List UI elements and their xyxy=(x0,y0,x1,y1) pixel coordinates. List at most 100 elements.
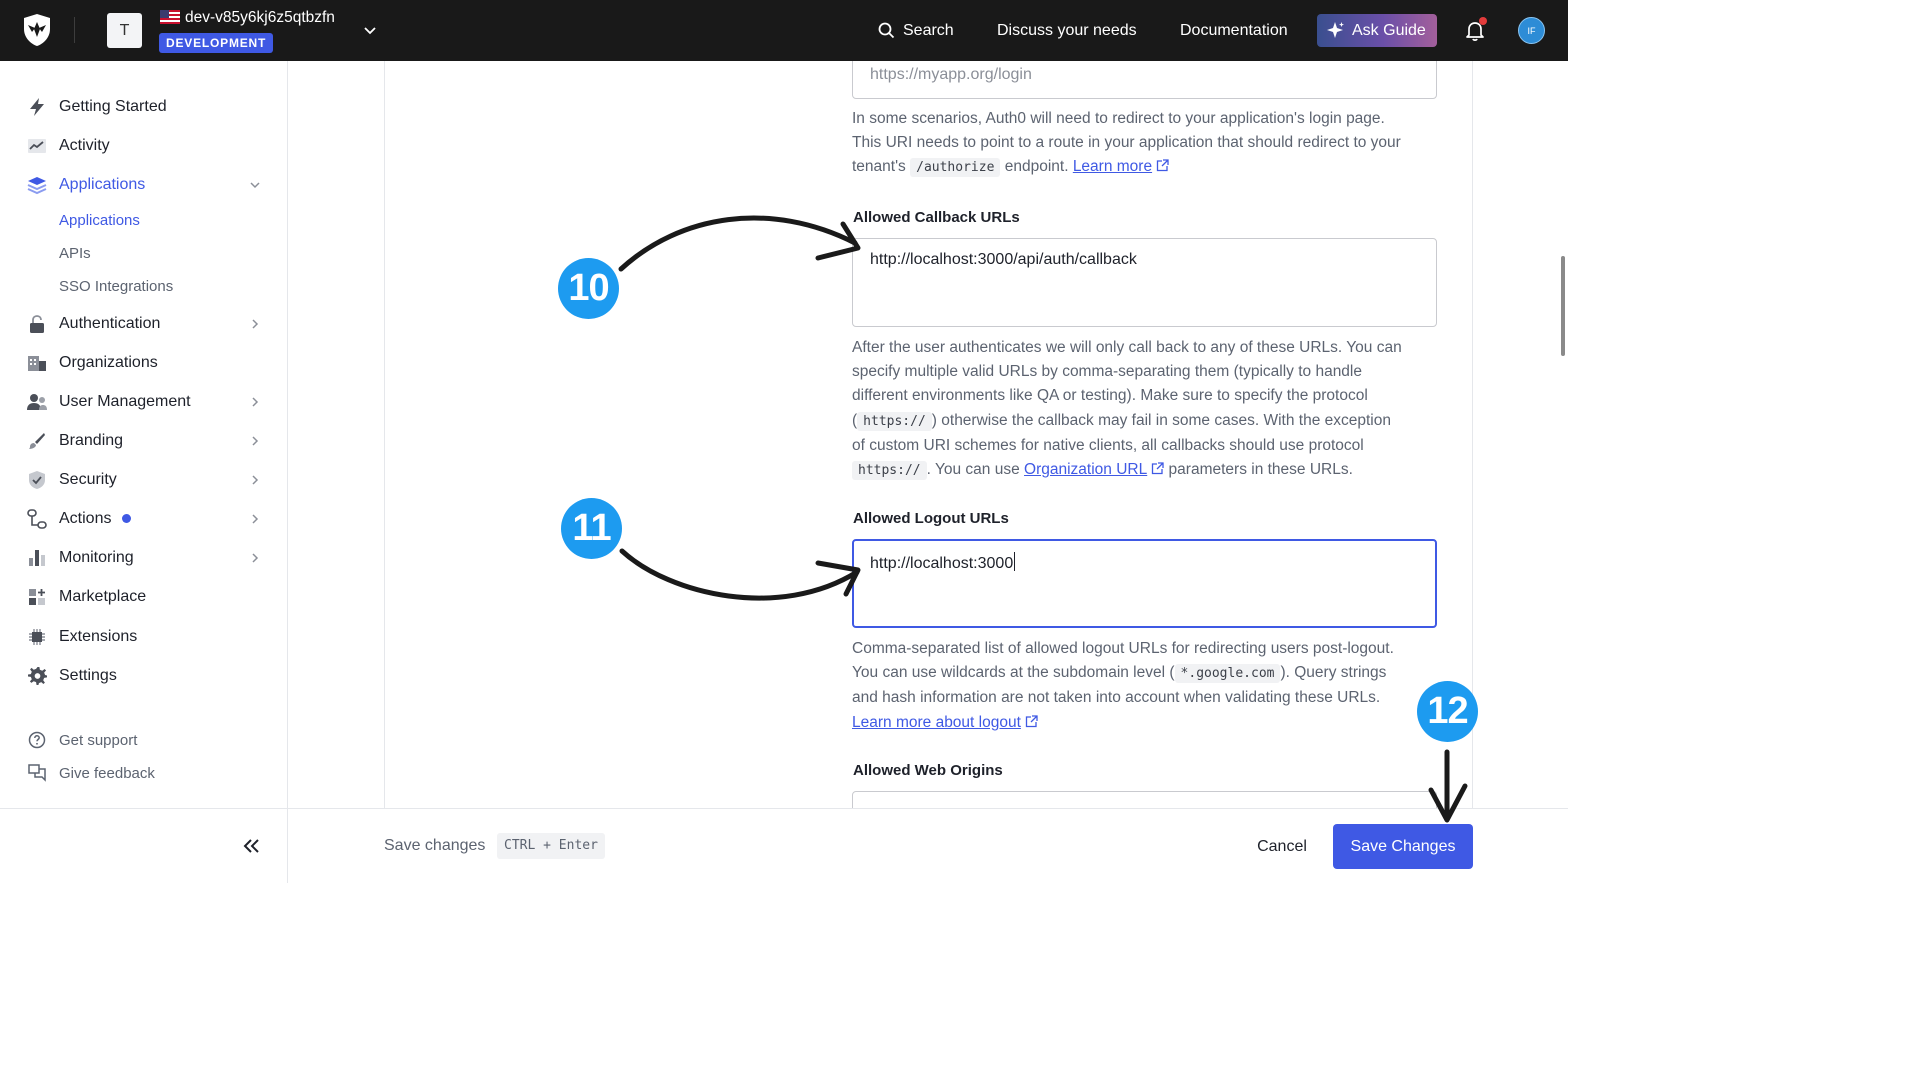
sidebar-item-authentication[interactable]: Authentication xyxy=(0,304,287,343)
sidebar-item-label: Applications xyxy=(59,175,146,193)
learn-more-label: Learn more xyxy=(1072,158,1153,176)
application-login-uri-input[interactable]: https://myapp.org/login xyxy=(852,61,1437,99)
sidebar-item-label: Settings xyxy=(59,666,117,684)
help-line: Learn more about logout xyxy=(852,711,1462,735)
inline-code: /authorize xyxy=(910,158,1001,178)
content-divider-left xyxy=(384,61,385,808)
main-scrollbar-thumb[interactable] xyxy=(1561,256,1565,356)
sidebar-item-label: Organizations xyxy=(59,353,158,371)
keyboard-shortcut: CTRL + Enter xyxy=(497,833,605,859)
shield-icon xyxy=(27,470,47,490)
logout-urls-label: Allowed Logout URLs xyxy=(853,510,1009,527)
sidebar-item-label: User Management xyxy=(59,392,191,410)
ask-guide-button[interactable]: Ask Guide xyxy=(1317,14,1437,47)
sidebar-item-organizations[interactable]: Organizations xyxy=(0,343,287,382)
give-feedback-label: Give feedback xyxy=(59,764,155,782)
give-feedback-link[interactable]: Give feedback xyxy=(0,759,287,787)
chevron-right-icon xyxy=(252,552,259,563)
web-origins-label: Allowed Web Origins xyxy=(853,762,1003,779)
collapse-sidebar-icon[interactable] xyxy=(241,837,261,855)
cancel-button[interactable]: Cancel xyxy=(1243,825,1321,869)
sparkle-icon xyxy=(1327,22,1344,38)
external-link-icon xyxy=(1156,159,1169,172)
chevron-right-icon xyxy=(252,435,259,446)
sidebar-item-monitoring[interactable]: Monitoring xyxy=(0,538,287,577)
learn-more-logout-link[interactable]: Learn more about logout xyxy=(852,714,1038,731)
chevron-right-icon xyxy=(252,318,259,329)
help-line: https://. You can use Organization URL p… xyxy=(852,458,1462,483)
sidebar-item-getting-started[interactable]: Getting Started xyxy=(0,87,287,126)
help-text: parameters in these URLs. xyxy=(1168,461,1353,479)
help-line: tenant's /authorize endpoint. Learn more xyxy=(852,155,1462,180)
learn-more-logout-label: Learn more about logout xyxy=(852,713,1021,731)
login-uri-help: In some scenarios, Auth0 will need to re… xyxy=(852,107,1462,181)
callback-urls-textarea[interactable]: http://localhost:3000/api/auth/callback xyxy=(852,238,1437,327)
help-text: ) otherwise the callback may fail in som… xyxy=(931,411,1391,429)
sidebar-item-actions[interactable]: Actions xyxy=(0,499,287,538)
callback-urls-label: Allowed Callback URLs xyxy=(853,209,1020,226)
sidebar-item-applications[interactable]: Applications xyxy=(0,165,287,204)
activity-chart-icon xyxy=(27,136,47,156)
auth0-logo-icon[interactable] xyxy=(22,13,52,47)
flow-icon xyxy=(27,508,47,529)
tenant-name[interactable]: dev-v85y6kj6z5qtbzfn xyxy=(185,9,335,27)
logout-urls-value: http://localhost:3000 xyxy=(870,555,1014,572)
top-bar: T dev-v85y6kj6z5qtbzfn DEVELOPMENT Searc… xyxy=(0,0,1568,61)
help-text: ). Query strings xyxy=(1280,664,1387,682)
sidebar-item-label: Branding xyxy=(59,431,124,449)
inline-code: https:// xyxy=(857,411,932,431)
sidebar-item-branding[interactable]: Branding xyxy=(0,421,287,460)
text-caret xyxy=(1014,552,1016,571)
help-line: (https://) otherwise the callback may fa… xyxy=(852,409,1462,434)
sidebar-item-marketplace[interactable]: Marketplace xyxy=(0,577,287,616)
help-line: different environments like QA or testin… xyxy=(852,387,1368,405)
sidebar-item-label: Activity xyxy=(59,136,110,154)
help-line: In some scenarios, Auth0 will need to re… xyxy=(852,110,1385,127)
sidebar-subitem-sso-integrations[interactable]: SSO Integrations xyxy=(59,278,173,295)
ask-guide-label: Ask Guide xyxy=(1352,21,1426,39)
search-label: Search xyxy=(903,21,954,39)
help-line: of custom URI schemes for native clients… xyxy=(852,436,1364,454)
sidebar-item-user-management[interactable]: User Management xyxy=(0,382,287,421)
sidebar-subitem-apis[interactable]: APIs xyxy=(59,245,91,262)
discuss-needs-link[interactable]: Discuss your needs xyxy=(997,0,1137,61)
sidebar-item-extensions[interactable]: Extensions xyxy=(0,617,287,656)
web-origins-textarea[interactable] xyxy=(852,791,1437,808)
learn-more-link[interactable]: Learn more xyxy=(1073,158,1169,175)
sidebar-item-security[interactable]: Security xyxy=(0,460,287,499)
sidebar-subitem-applications[interactable]: Applications xyxy=(59,212,140,229)
step-badge-10: 10 xyxy=(558,258,619,319)
us-flag-icon xyxy=(160,10,180,24)
help-circle-icon xyxy=(28,731,46,749)
help-text: tenant's xyxy=(852,158,906,176)
inline-code: *.google.com xyxy=(1174,664,1281,684)
save-changes-button[interactable]: Save Changes xyxy=(1333,824,1473,869)
lock-icon xyxy=(27,314,47,334)
tenant-avatar[interactable]: T xyxy=(107,13,142,48)
chip-icon xyxy=(27,627,47,647)
brush-icon xyxy=(27,431,47,451)
chevron-down-icon[interactable] xyxy=(362,22,378,38)
help-text: endpoint. xyxy=(1004,158,1069,176)
documentation-link[interactable]: Documentation xyxy=(1180,0,1288,61)
logout-urls-textarea[interactable]: http://localhost:3000 xyxy=(852,539,1437,628)
external-link-icon xyxy=(1025,714,1038,727)
gear-icon xyxy=(27,666,47,686)
sidebar-item-settings[interactable]: Settings xyxy=(0,656,287,695)
layers-icon xyxy=(27,175,47,195)
sidebar-item-activity[interactable]: Activity xyxy=(0,126,287,165)
sidebar-item-label: Security xyxy=(59,470,117,488)
search-button[interactable]: Search xyxy=(878,0,954,61)
chevron-right-icon xyxy=(252,396,259,407)
help-line: After the user authenticates we will onl… xyxy=(852,339,1402,356)
inline-code: https:// xyxy=(852,461,927,481)
feedback-icon xyxy=(28,764,46,782)
get-support-link[interactable]: Get support xyxy=(0,726,287,754)
help-line: Comma-separated list of allowed logout U… xyxy=(852,640,1394,657)
organization-url-link[interactable]: Organization URL xyxy=(1024,461,1164,478)
sidebar-item-label: Getting Started xyxy=(59,97,167,115)
actions-status-dot xyxy=(122,514,131,523)
main-scrollbar[interactable] xyxy=(1558,61,1568,808)
user-avatar[interactable]: IF xyxy=(1518,17,1545,44)
sidebar-item-label: Authentication xyxy=(59,314,161,332)
